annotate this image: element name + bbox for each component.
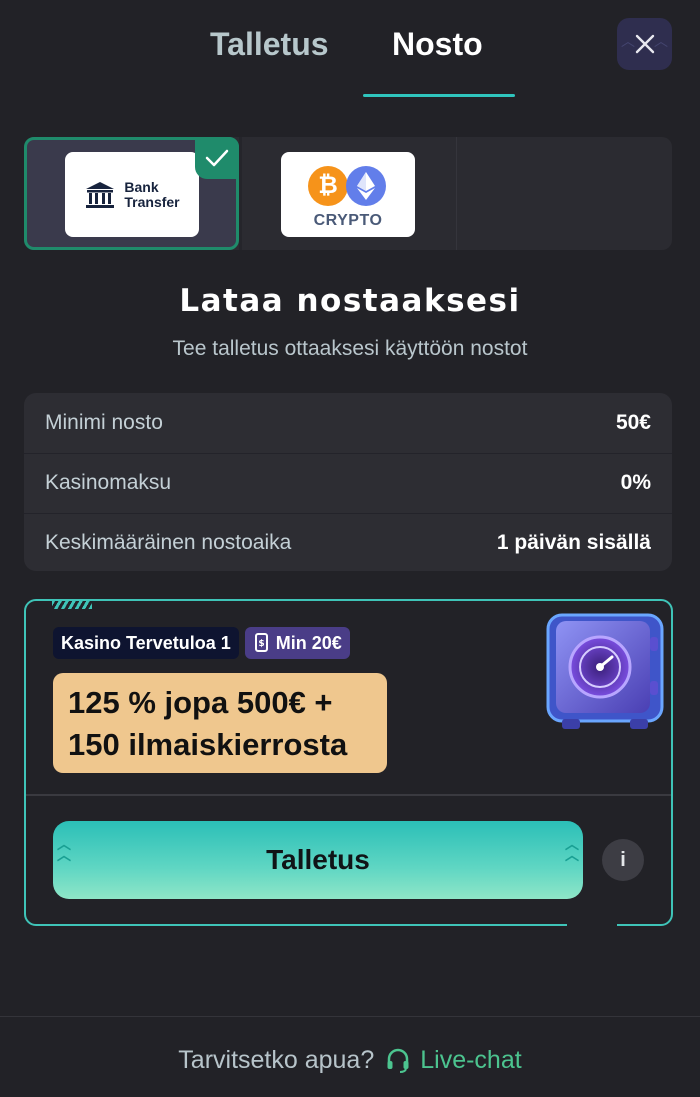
info-row-min-withdrawal: Minimi nosto 50€ (24, 393, 672, 452)
bank-transfer-label: Bank Transfer (124, 178, 180, 210)
ethereum-icon (346, 166, 386, 206)
deposit-button[interactable]: ︿ ︿ Talletus ︿ ︿ (53, 821, 583, 899)
withdrawal-info-table: Minimi nosto 50€ Kasinomaksu 0% Keskimää… (24, 393, 672, 571)
offer-line-1: 125 % jopa 500€ + (68, 685, 333, 720)
offer-line-2: 150 ilmaiskierrosta (68, 727, 348, 762)
payment-method-crypto[interactable]: ₿ CRYPTO (242, 137, 456, 250)
info-button[interactable]: i (602, 839, 644, 881)
deposit-button-label: Talletus (266, 844, 370, 875)
bank-label-line1: Bank (124, 178, 159, 195)
info-label: Keskimääräinen nostoaika (45, 531, 292, 554)
bank-icon (86, 181, 115, 208)
payment-method-bank-transfer[interactable]: Bank Transfer (24, 137, 239, 250)
chevron-decoration-icon: ︿ (654, 33, 668, 49)
crypto-logo: ₿ CRYPTO (281, 152, 415, 237)
bitcoin-icon: ₿ (308, 166, 348, 206)
crypto-label: CRYPTO (313, 212, 383, 229)
live-chat-label: Live-chat (420, 1046, 522, 1074)
bank-transfer-logo: Bank Transfer (65, 152, 199, 237)
min-deposit-tag: $ Min 20€ (244, 627, 350, 659)
min-deposit-label: Min 20€ (275, 632, 342, 653)
info-label: Minimi nosto (45, 410, 163, 434)
bonus-offer-text: 125 % jopa 500€ + 150 ilmaiskierrosta (53, 673, 387, 773)
selected-check-badge (195, 137, 239, 179)
footer-help: Tarvitsetko apua? Live-chat (0, 1046, 700, 1075)
info-value: 0% (620, 471, 651, 494)
deposit-phone-icon: $ (254, 633, 268, 652)
decorative-notch (567, 920, 617, 926)
close-button[interactable]: ︿ ︿ (617, 18, 672, 70)
payment-method-empty-slot (456, 137, 672, 250)
decorative-stripes (52, 599, 92, 609)
header-tabs: Talletus Nosto ︿ ︿ (0, 0, 700, 100)
info-label: Kasinomaksu (45, 471, 172, 494)
info-row-casino-fee: Kasinomaksu 0% (24, 453, 672, 512)
bonus-name-tag: Kasino Tervetuloa 1 (53, 627, 239, 659)
footer-divider (0, 1016, 700, 1017)
safe-icon (546, 613, 664, 729)
headset-icon (387, 1048, 409, 1073)
page-subtitle: Tee talletus ottaaksesi käyttöön nostot (172, 337, 528, 360)
chevron-up-icon: ︿ ︿ (57, 836, 71, 863)
info-value: 50€ (615, 410, 651, 434)
live-chat-link[interactable]: Live-chat (386, 1046, 522, 1075)
divider (26, 794, 671, 796)
info-icon: i (620, 848, 626, 871)
bonus-name-label: Kasino Tervetuloa 1 (61, 632, 231, 653)
bonus-offer-card: Kasino Tervetuloa 1 $ Min 20€ 125 % jopa… (24, 599, 673, 926)
bonus-tags: Kasino Tervetuloa 1 $ Min 20€ (53, 627, 350, 659)
info-value: 1 päivän sisällä (496, 531, 651, 554)
svg-text:$: $ (258, 639, 264, 649)
payment-methods: Bank Transfer ₿ CRYPTO (24, 137, 672, 250)
check-icon (205, 149, 229, 167)
bank-label-line2: Transfer (124, 193, 180, 210)
active-tab-indicator (363, 94, 515, 97)
info-row-avg-withdrawal-time: Keskimääräinen nostoaika 1 päivän sisäll… (24, 513, 672, 571)
chevron-up-icon: ︿ ︿ (565, 836, 579, 863)
close-icon (635, 34, 654, 54)
tab-withdraw[interactable]: Nosto (392, 26, 483, 63)
help-text: Tarvitsetko apua? (178, 1046, 375, 1074)
tab-deposit[interactable]: Talletus (210, 26, 329, 63)
page-title: Lataa nostaaksesi (179, 283, 521, 319)
